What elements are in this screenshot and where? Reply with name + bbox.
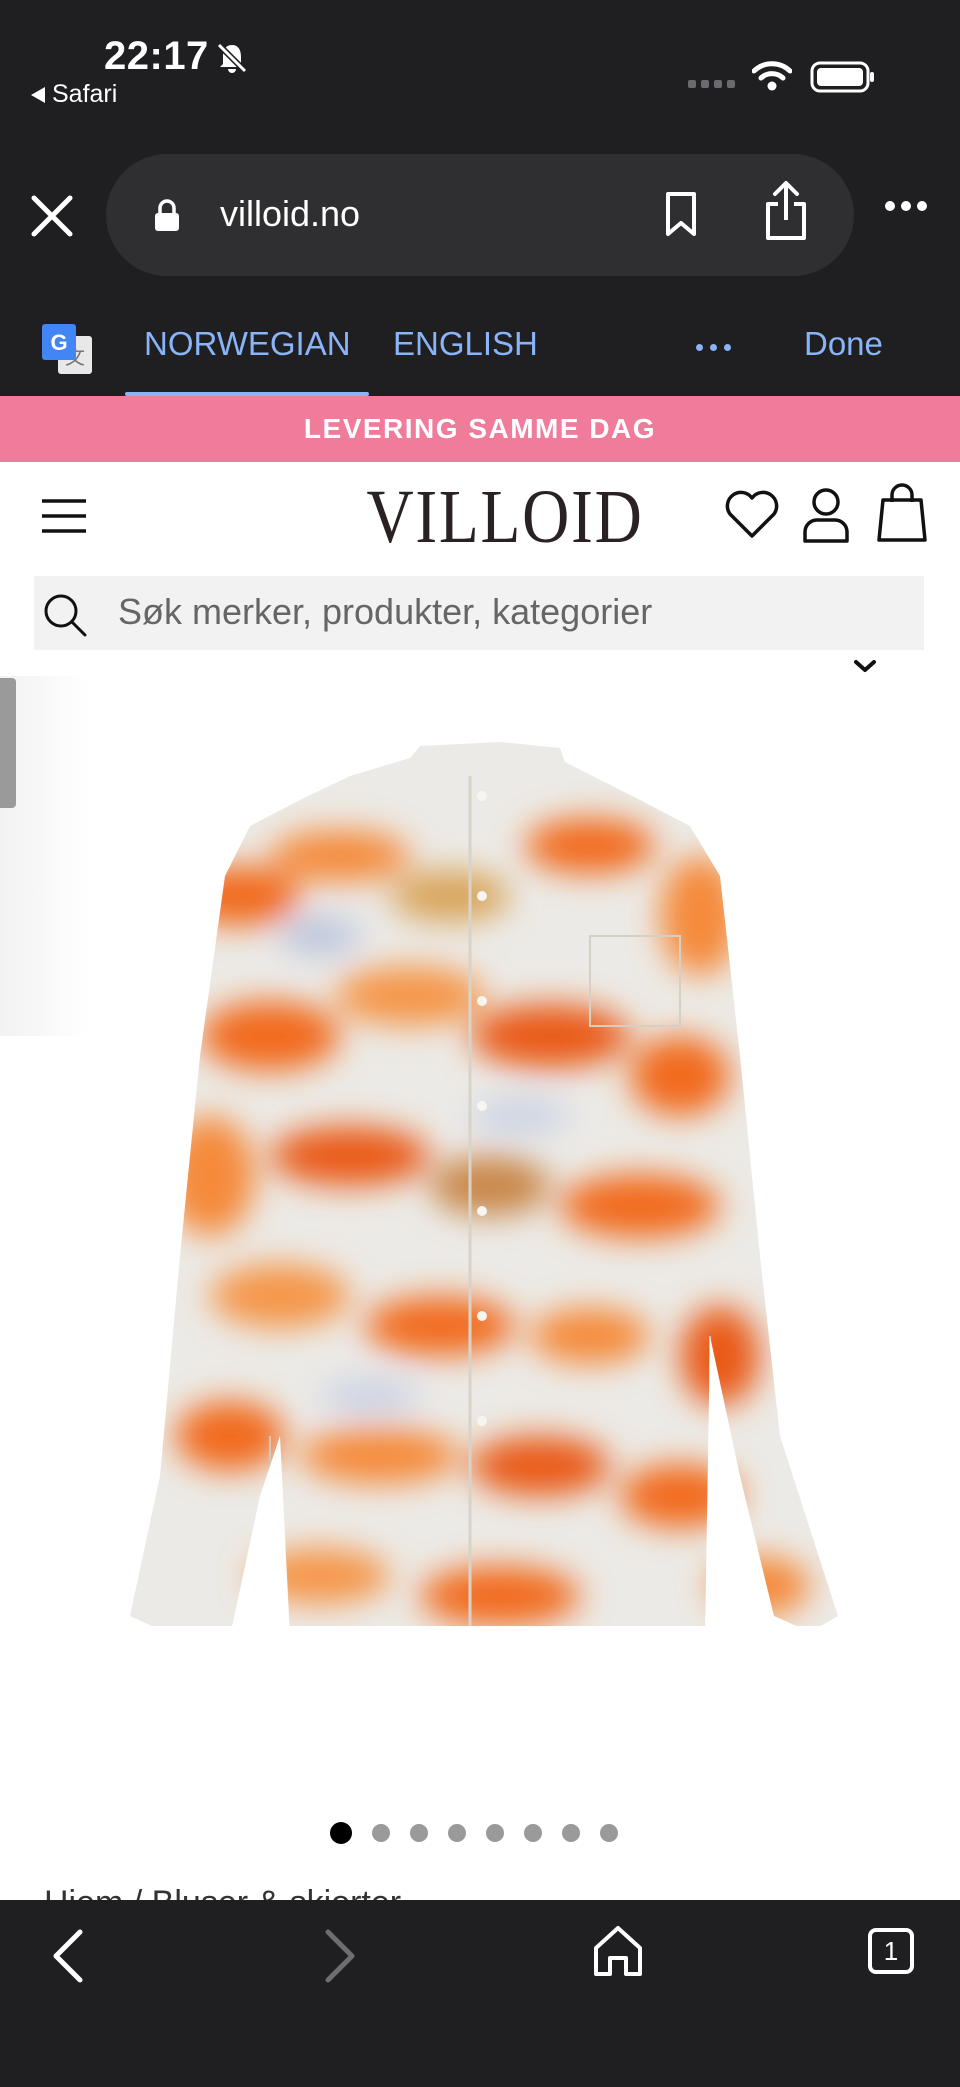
google-translate-icon: 文 G [42, 324, 92, 374]
carousel-dot[interactable] [524, 1824, 542, 1842]
side-panel-handle[interactable] [0, 678, 16, 808]
back-app-label: Safari [52, 80, 118, 108]
carousel-dot[interactable] [448, 1824, 466, 1842]
back-to-app-link[interactable]: Safari [30, 80, 117, 109]
address-bar[interactable] [106, 154, 854, 276]
breadcrumb[interactable]: Hjem / Bluser & skjorter [44, 1884, 401, 1900]
battery-icon [810, 61, 874, 93]
carousel-dot[interactable] [372, 1824, 390, 1842]
chevron-down-icon[interactable] [852, 658, 878, 674]
promo-banner[interactable]: LEVERING SAMME DAG [0, 396, 960, 462]
carousel-dot[interactable] [330, 1822, 352, 1844]
site-logo[interactable]: VILLOID [366, 474, 641, 561]
heart-icon[interactable] [724, 488, 780, 540]
done-button[interactable]: Done [804, 325, 883, 363]
url-text[interactable]: villoid.no [220, 193, 360, 235]
home-icon[interactable] [590, 1922, 646, 1978]
carousel-dot[interactable] [562, 1824, 580, 1842]
translate-more-icon[interactable] [696, 344, 731, 351]
more-icon[interactable] [884, 200, 928, 212]
tabs-icon[interactable]: 1 [868, 1928, 914, 1974]
lock-icon [155, 199, 179, 231]
account-icon[interactable] [802, 486, 850, 544]
svg-text:G: G [50, 330, 67, 355]
status-time: 22:17 [104, 34, 209, 78]
close-icon[interactable] [26, 190, 78, 242]
browser-toolbar [0, 1900, 960, 2087]
carousel-dots[interactable] [330, 1822, 618, 1844]
back-icon[interactable] [48, 1928, 88, 1984]
bookmark-icon[interactable] [662, 190, 700, 238]
wifi-icon [752, 61, 792, 91]
back-triangle-icon [31, 86, 45, 103]
cart-icon[interactable] [876, 482, 928, 544]
carousel-dot[interactable] [410, 1824, 428, 1842]
tab-norwegian[interactable]: NORWEGIAN [144, 325, 351, 363]
menu-icon[interactable] [40, 496, 88, 536]
bell-off-icon [216, 42, 248, 74]
product-image[interactable] [120, 736, 850, 1626]
web-page: LEVERING SAMME DAG VILLOID Søk merker, p… [0, 396, 960, 1900]
carousel-dot[interactable] [486, 1824, 504, 1842]
carousel-dot[interactable] [600, 1824, 618, 1842]
search-icon[interactable] [42, 592, 88, 638]
forward-icon[interactable] [320, 1928, 360, 1984]
signal-icon [688, 80, 735, 88]
share-icon[interactable] [762, 180, 810, 242]
search-input[interactable] [118, 584, 898, 640]
tab-english[interactable]: ENGLISH [393, 325, 538, 363]
